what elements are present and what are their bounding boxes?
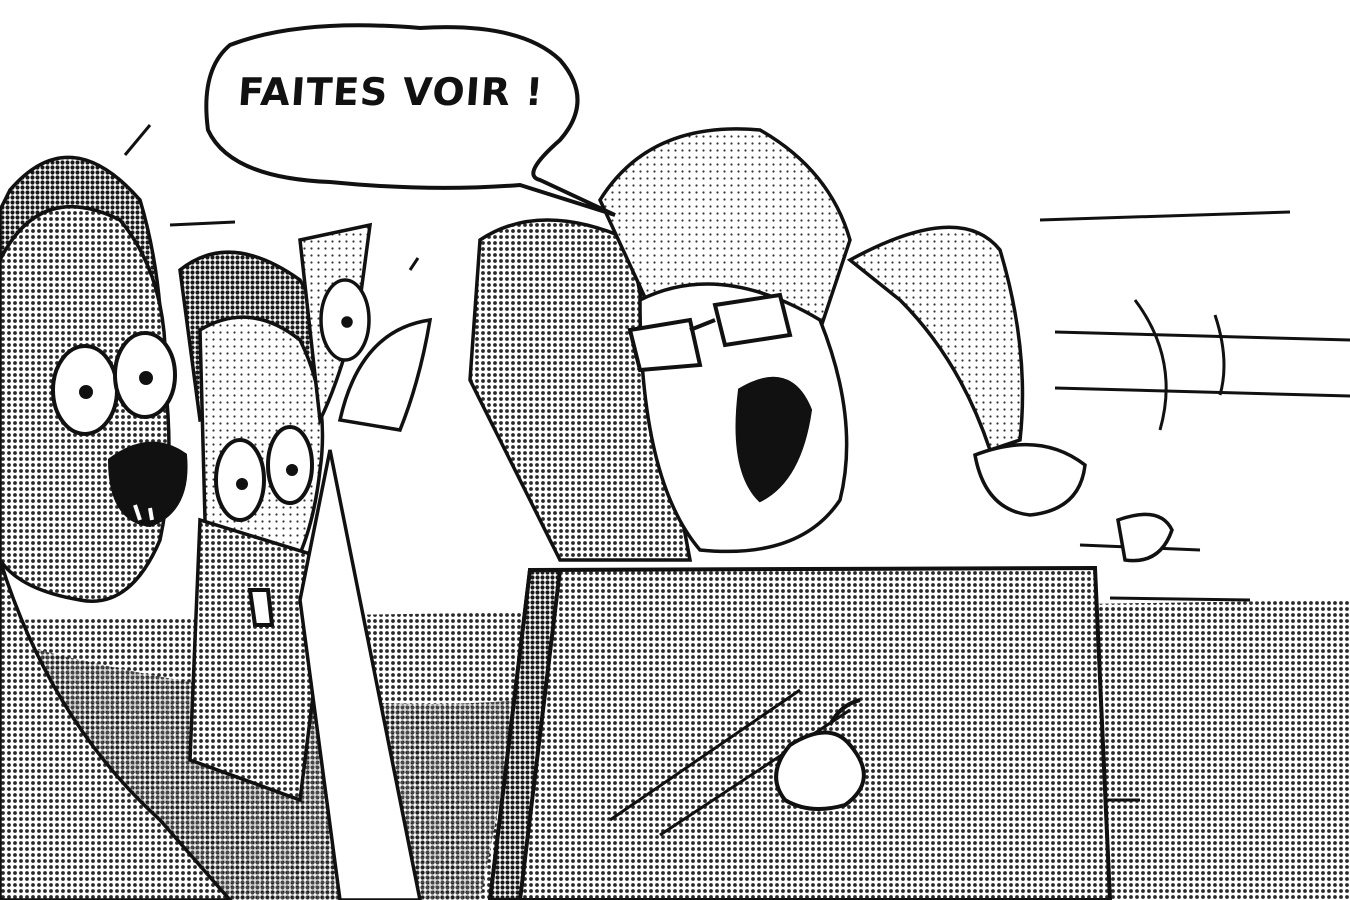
comic-panel: FAITES VOIR !: [0, 0, 1350, 900]
laptop-icon: [487, 565, 1113, 900]
speech-bubble-text: FAITES VOIR !: [236, 70, 546, 114]
comic-illustration: [0, 23, 1350, 900]
glasses-man-figure: [468, 127, 1174, 563]
woman-figure: [178, 250, 332, 803]
